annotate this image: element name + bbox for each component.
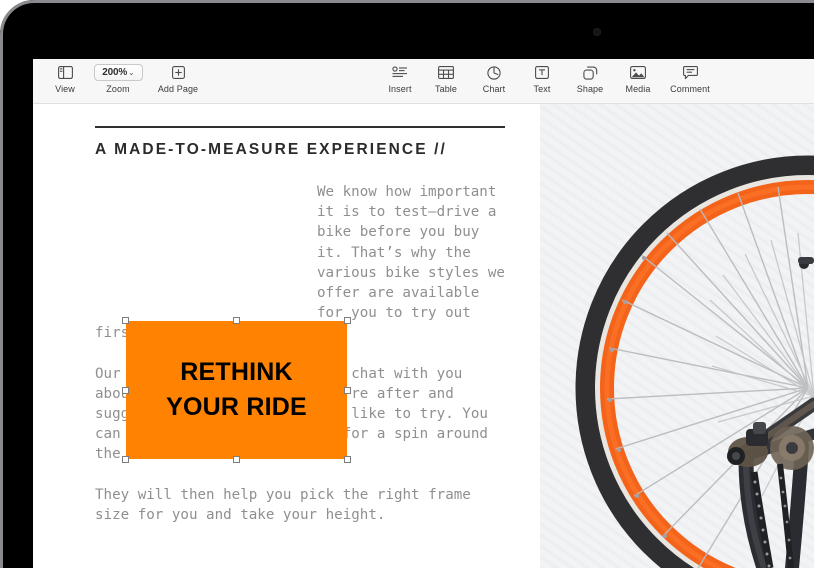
app-toolbar: View 200% ⌄ Zoom Add Page Insert Table C… <box>33 59 814 104</box>
tablet-device-bezel: View 200% ⌄ Zoom Add Page Insert Table C… <box>0 0 814 568</box>
view-button[interactable]: View <box>41 59 89 94</box>
resize-handle-top-left[interactable] <box>122 317 129 324</box>
chevron-down-icon: ⌄ <box>128 67 135 77</box>
resize-handle-bottom-left[interactable] <box>122 456 129 463</box>
selected-shape-group[interactable]: RETHINK YOUR RIDE <box>122 317 351 463</box>
chart-icon <box>487 64 501 81</box>
zoom-value-label: 200% <box>102 67 128 78</box>
chart-button[interactable]: Chart <box>470 59 518 94</box>
shape-button-label: Shape <box>576 84 604 94</box>
insert-icon <box>392 64 408 81</box>
toolbar-right-group: Insert Table Chart Text Shape Media Comm… <box>378 59 718 104</box>
resize-handle-bottom-center[interactable] <box>233 456 240 463</box>
shape-button[interactable]: Shape <box>566 59 614 94</box>
toolbar-left-group: View 200% ⌄ Zoom Add Page <box>41 59 209 104</box>
table-button-label: Table <box>434 84 457 94</box>
text-button-label: Text <box>533 84 551 94</box>
table-icon <box>438 64 454 81</box>
text-box-icon <box>535 64 549 81</box>
tablet-screen: View 200% ⌄ Zoom Add Page Insert Table C… <box>33 59 814 568</box>
resize-handle-middle-right[interactable] <box>344 387 351 394</box>
media-button-label: Media <box>625 84 651 94</box>
comment-button[interactable]: Comment <box>662 59 718 94</box>
zoom-dropdown-button[interactable]: 200% ⌄ <box>93 64 143 81</box>
shape-text-line-2: YOUR RIDE <box>166 393 307 421</box>
paragraph-1: We know how important it is to test–driv… <box>95 182 507 344</box>
view-button-label: View <box>55 84 75 94</box>
resize-handle-top-right[interactable] <box>344 317 351 324</box>
add-page-button-label: Add Page <box>157 84 199 94</box>
page-title: A MADE-TO-MEASURE EXPERIENCE // <box>95 141 447 158</box>
sidebar-view-icon <box>57 64 73 81</box>
table-button[interactable]: Table <box>422 59 470 94</box>
add-page-icon <box>171 64 185 81</box>
shape-text-line-1: RETHINK <box>180 357 293 386</box>
heading-rule-divider <box>95 126 505 128</box>
chart-button-label: Chart <box>482 84 506 94</box>
orange-callout-shape[interactable]: RETHINK YOUR RIDE <box>126 321 347 459</box>
comment-button-label: Comment <box>670 84 710 94</box>
resize-handle-top-center[interactable] <box>233 317 240 324</box>
zoom-control-label: Zoom <box>106 84 130 94</box>
resize-handle-bottom-right[interactable] <box>344 456 351 463</box>
media-button[interactable]: Media <box>614 59 662 94</box>
insert-button-label: Insert <box>388 84 412 94</box>
front-camera-icon <box>593 28 601 36</box>
bicycle-photo[interactable] <box>540 104 814 568</box>
insert-button[interactable]: Insert <box>378 59 422 94</box>
text-wrap-spacer <box>95 182 317 322</box>
resize-handle-middle-left[interactable] <box>122 387 129 394</box>
media-image-icon <box>630 64 646 81</box>
shape-icon <box>582 64 598 81</box>
comment-bubble-icon <box>682 64 698 81</box>
document-canvas[interactable]: A MADE-TO-MEASURE EXPERIENCE // We know … <box>33 104 814 568</box>
paragraph-3: They will then help you pick the right f… <box>95 486 471 523</box>
add-page-button[interactable]: Add Page <box>147 59 209 94</box>
text-button[interactable]: Text <box>518 59 566 94</box>
zoom-dropdown-icon: 200% ⌄ <box>93 64 143 81</box>
zoom-control[interactable]: 200% ⌄ Zoom <box>89 59 147 94</box>
